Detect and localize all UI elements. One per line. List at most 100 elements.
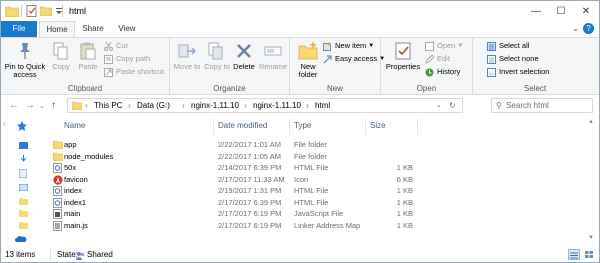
file-type: JavaScript File [294, 209, 344, 218]
cut-button[interactable]: Cut [104, 41, 128, 51]
copy-to-button[interactable]: Copy to [202, 41, 232, 71]
desktop-icon[interactable] [19, 141, 28, 149]
breadcrumb-html[interactable]: html [315, 99, 330, 112]
invert-selection-button[interactable]: Invert selection [487, 67, 549, 77]
file-size: 1 KB [396, 163, 413, 172]
edit-button[interactable]: Edit [425, 53, 450, 64]
close-button[interactable]: ✕ [573, 1, 599, 21]
search-box[interactable]: ⚲ Search html [491, 98, 593, 113]
pin-to-quick-access-button[interactable]: Pin to Quick access [3, 41, 47, 79]
file-row[interactable]: main.js 2/17/2017 6:19 PM Linker Address M… [48, 220, 468, 231]
column-header-name[interactable]: Name [64, 121, 85, 133]
scroll-up-arrow-icon[interactable]: ▲ [588, 119, 596, 127]
address-bar[interactable]: › This PC › Data (G:) › nginx-1.11.10 › … [67, 98, 463, 113]
js-file-icon [53, 209, 62, 219]
select-none-button[interactable]: Select none [487, 54, 539, 64]
column-divider[interactable] [289, 119, 290, 135]
breadcrumb-separator: › [244, 101, 247, 110]
tab-view[interactable]: View [113, 21, 141, 37]
open-label: Open [437, 41, 456, 50]
file-row[interactable]: favicon 2/17/2017 11:33 AM Icon 6 KB [48, 174, 468, 185]
breadcrumb-nginx-outer[interactable]: nginx-1.11.10 [191, 99, 239, 112]
breadcrumb-separator: › [182, 101, 185, 110]
properties-quick-icon[interactable] [26, 4, 37, 18]
history-label: History [437, 67, 461, 76]
column-header-size[interactable]: Size [370, 121, 386, 133]
back-arrow-icon[interactable]: ← [9, 100, 19, 111]
documents-icon[interactable] [18, 168, 28, 179]
file-row[interactable]: main 2/17/2017 6:19 PM JavaScript File 1 KB [48, 208, 468, 219]
select-all-button[interactable]: Select all [487, 41, 529, 51]
folder-icon[interactable] [19, 221, 28, 229]
minimize-button[interactable]: — [523, 1, 549, 21]
rename-button[interactable]: Rename [258, 41, 288, 71]
column-divider[interactable] [365, 119, 366, 135]
tab-file[interactable]: File [1, 21, 37, 37]
folder-icon[interactable] [19, 197, 28, 205]
file-name: main [64, 209, 81, 218]
tab-share[interactable]: Share [78, 21, 108, 37]
file-row[interactable]: app 2/22/2017 1:01 AM File folder [48, 139, 468, 150]
column-header-date[interactable]: Date modified [218, 121, 267, 133]
history-button[interactable]: History [425, 67, 460, 77]
copy-label: Copy [52, 62, 70, 71]
folder-icon [5, 4, 19, 18]
open-icon [425, 41, 434, 51]
new-item-button[interactable]: New item ▼ [323, 41, 374, 51]
search-icon: ⚲ [496, 101, 502, 110]
file-row[interactable]: node_modules 2/22/2017 1:05 AM File folder [48, 151, 468, 162]
tab-home[interactable]: Home [39, 21, 75, 37]
paste-shortcut-button[interactable]: Paste shortcut [104, 67, 164, 77]
column-divider[interactable] [213, 119, 214, 135]
organize-group: Move to Copy to Delete Rename Organize [170, 38, 290, 95]
scroll-down-arrow-icon[interactable]: ▼ [588, 235, 596, 243]
column-divider[interactable] [417, 119, 418, 135]
angular-icon [53, 174, 63, 185]
recent-locations-icon[interactable]: ⌄ [39, 102, 45, 110]
easy-access-label: Easy access [335, 54, 378, 63]
address-dropdown-icon[interactable]: ⌄ [436, 99, 442, 112]
delete-button[interactable]: Delete [232, 41, 256, 71]
details-view-icon[interactable] [568, 249, 580, 260]
help-button[interactable]: ? [583, 23, 594, 34]
easy-access-icon [323, 54, 332, 64]
file-row[interactable]: 50x 2/14/2017 6:39 PM HTML File 1 KB [48, 162, 468, 173]
html-file-icon [53, 197, 62, 208]
file-size: 6 KB [396, 174, 413, 184]
breadcrumb-nginx-inner[interactable]: nginx-1.11.10 [253, 99, 301, 112]
forward-arrow-icon[interactable]: → [25, 100, 35, 111]
folder-icon[interactable] [19, 209, 28, 217]
refresh-icon[interactable]: ↻ [449, 99, 456, 112]
paste-button[interactable]: Paste [75, 41, 101, 71]
divider [21, 4, 22, 18]
move-to-button[interactable]: Move to [172, 41, 202, 71]
file-row[interactable]: index1 2/17/2017 6:39 PM HTML File 1 KB [48, 197, 468, 208]
downloads-icon[interactable] [19, 155, 28, 163]
file-date: 2/14/2017 6:39 PM [218, 163, 282, 172]
file-row[interactable]: index 2/19/2017 1:31 PM HTML File 1 KB [48, 185, 468, 196]
easy-access-button[interactable]: Easy access ▼ [323, 54, 385, 64]
breadcrumb-this-pc[interactable]: This PC [94, 99, 122, 112]
new-group-label: New [326, 84, 343, 93]
file-type: HTML File [294, 163, 329, 172]
breadcrumb-drive[interactable]: Data (G:) [137, 99, 170, 112]
open-button[interactable]: Open ▼ [425, 41, 463, 51]
properties-button[interactable]: Properties [385, 41, 421, 71]
maximize-button[interactable]: ☐ [548, 1, 574, 21]
new-folder-quick-icon[interactable] [40, 4, 52, 18]
copy-path-button[interactable]: Copy path [104, 54, 150, 64]
quick-access-star-icon[interactable] [17, 121, 27, 131]
onedrive-cloud-icon[interactable] [15, 234, 27, 242]
copy-button[interactable]: Copy [49, 41, 73, 71]
chevron-down-icon[interactable]: ⌄ [572, 24, 579, 33]
column-header-type[interactable]: Type [294, 121, 311, 133]
expand-arrow-icon[interactable]: › [3, 121, 5, 128]
large-icons-view-icon[interactable] [584, 249, 596, 260]
window-title: html [69, 6, 87, 16]
move-to-label: Move to [173, 62, 201, 71]
new-folder-button[interactable]: New folder [294, 41, 322, 79]
pictures-icon[interactable] [18, 183, 29, 192]
address-row: ← → ⌄ ↑ › This PC › Data (G:) › nginx-1.… [1, 97, 599, 115]
search-placeholder: Search html [506, 101, 549, 110]
up-arrow-icon[interactable]: ↑ [51, 100, 56, 111]
